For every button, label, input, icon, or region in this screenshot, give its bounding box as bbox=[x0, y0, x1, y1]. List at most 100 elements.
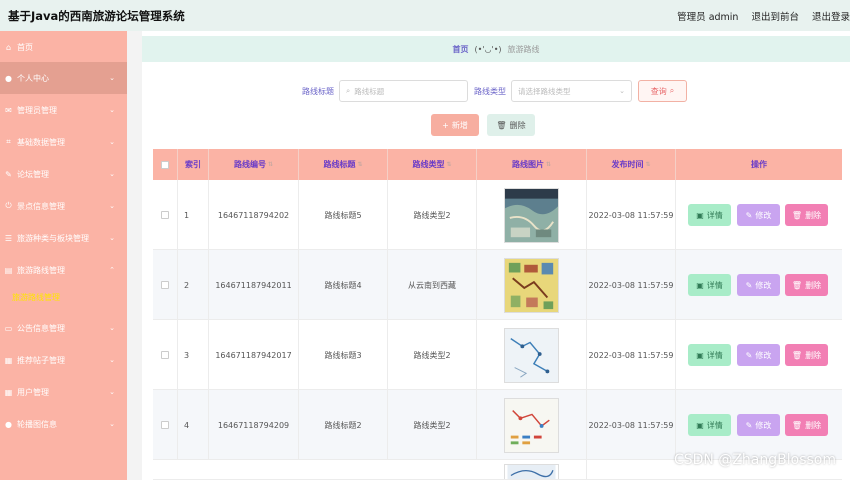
top-nav: 管理员 admin 退出到前台 退出登录 bbox=[677, 9, 850, 23]
logout-link[interactable]: 退出登录 bbox=[812, 9, 850, 23]
col-type-label: 路线类型 bbox=[412, 160, 445, 169]
detail-button[interactable]: ▣ 详情 bbox=[688, 414, 731, 436]
col-title[interactable]: 路线标题 ⇅ bbox=[299, 149, 388, 180]
edit-label: 修改 bbox=[755, 280, 772, 290]
route-thumbnail[interactable] bbox=[504, 397, 559, 453]
select-all-cell bbox=[153, 149, 178, 180]
row-checkbox[interactable] bbox=[161, 421, 169, 429]
edit-button[interactable]: ✎ 修改 bbox=[737, 414, 780, 436]
detail-label: 详情 bbox=[706, 420, 723, 430]
search-button[interactable]: 查询 ⌕ bbox=[638, 80, 687, 102]
col-code[interactable]: 路线编号 ⇅ bbox=[209, 149, 299, 180]
detail-icon: ▣ bbox=[696, 350, 704, 360]
route-thumbnail[interactable] bbox=[504, 187, 559, 243]
sidebar-item-base-data[interactable]: ⌗ 基础数据管理 ⌄ bbox=[0, 126, 127, 158]
edit-label: 修改 bbox=[755, 350, 772, 360]
trash-icon: 🗑 bbox=[791, 420, 803, 430]
delete-button[interactable]: 🗑 删除 bbox=[785, 344, 828, 366]
col-actions: 操作 bbox=[676, 149, 842, 180]
edit-icon: ✎ bbox=[5, 169, 12, 179]
code-cell: 16467118794202 bbox=[209, 180, 299, 250]
chevron-down-icon: ⌄ bbox=[109, 356, 115, 364]
sort-icon: ⇅ bbox=[357, 161, 363, 168]
type-cell: 路线类型2 bbox=[388, 390, 477, 460]
detail-icon: ▣ bbox=[696, 420, 704, 430]
row-select-cell bbox=[153, 390, 178, 460]
route-type-placeholder: 请选择路线类型 bbox=[518, 86, 571, 96]
list-icon: ☰ bbox=[4, 233, 13, 243]
sidebar-item-home[interactable]: ⌂ 首页 bbox=[0, 31, 127, 63]
code-cell: 16467118794209 bbox=[209, 390, 299, 460]
breadcrumb-home[interactable]: 首页 bbox=[452, 44, 468, 55]
col-image[interactable]: 路线图片 ⇅ bbox=[477, 149, 587, 180]
type-cell: 路线类型2 bbox=[388, 180, 477, 250]
sidebar-item-carousel[interactable]: ● 轮播图信息 ⌄ bbox=[0, 408, 127, 440]
delete-label: 删除 bbox=[805, 420, 822, 430]
chevron-down-icon: ⌄ bbox=[109, 420, 115, 428]
chevron-down-icon: ⌄ bbox=[109, 234, 115, 242]
col-type[interactable]: 路线类型 ⇅ bbox=[388, 149, 477, 180]
detail-button[interactable]: ▣ 详情 bbox=[688, 204, 731, 226]
sidebar-item-forum[interactable]: ✎ 论坛管理 ⌄ bbox=[0, 158, 127, 190]
route-title-input[interactable]: ⌕ 路线标题 bbox=[339, 80, 468, 102]
code-cell: 164671187942017 bbox=[209, 320, 299, 390]
batch-delete-button[interactable]: 🗑 删除 bbox=[487, 114, 535, 136]
exit-to-frontend-link[interactable]: 退出到前台 bbox=[751, 9, 799, 23]
edit-button[interactable]: ✎ 修改 bbox=[737, 274, 780, 296]
edit-button[interactable]: ✎ 修改 bbox=[737, 204, 780, 226]
table-row: 3 164671187942017 路线标题3 路线类型2 2022-03-08… bbox=[153, 320, 842, 390]
col-time[interactable]: 发布时间 ⇅ bbox=[587, 149, 676, 180]
add-button[interactable]: + 新增 bbox=[431, 114, 479, 136]
add-button-label: 新增 bbox=[451, 120, 468, 130]
sidebar-item-recommended-posts[interactable]: ▦ 推荐帖子管理 ⌄ bbox=[0, 344, 127, 376]
edit-icon: ✎ bbox=[745, 350, 753, 360]
time-cell: 2022-03-08 11:57:59 bbox=[587, 250, 676, 320]
route-title-placeholder: 路线标题 bbox=[354, 86, 385, 96]
sidebar-subitem-routes[interactable]: 旅游路线管理 bbox=[12, 286, 122, 308]
row-checkbox[interactable] bbox=[161, 281, 169, 289]
detail-icon: ▣ bbox=[696, 210, 704, 220]
chevron-down-icon: ⌄ bbox=[109, 138, 115, 146]
chevron-down-icon: ⌄ bbox=[109, 106, 115, 114]
sidebar-item-users[interactable]: ▦ 用户管理 ⌄ bbox=[0, 376, 127, 408]
select-all-checkbox[interactable] bbox=[161, 160, 169, 169]
sidebar-item-announcements[interactable]: ▭ 公告信息管理 ⌄ bbox=[0, 312, 127, 344]
breadcrumb: 首页 (•'◡'•) 旅游路线 bbox=[142, 36, 850, 62]
route-thumbnail[interactable] bbox=[504, 327, 559, 383]
edit-button[interactable]: ✎ 修改 bbox=[737, 344, 780, 366]
detail-button[interactable]: ▣ 详情 bbox=[688, 344, 731, 366]
sidebar-item-scenic-spots[interactable]: ⏻ 景点信息管理 ⌄ bbox=[0, 190, 127, 222]
col-index-label: 索引 bbox=[185, 160, 201, 169]
mail-icon: ✉ bbox=[5, 105, 12, 115]
sidebar-item-categories[interactable]: ☰ 旅游种类与板块管理 ⌄ bbox=[0, 222, 127, 254]
code-cell: 164671187942011 bbox=[209, 250, 299, 320]
row-select-cell bbox=[153, 180, 178, 250]
admin-account-link[interactable]: 管理员 admin bbox=[677, 9, 738, 23]
sort-icon: ⇅ bbox=[645, 161, 651, 168]
route-thumbnail[interactable] bbox=[504, 257, 559, 313]
row-checkbox[interactable] bbox=[161, 211, 169, 219]
trash-icon: 🗑 bbox=[791, 350, 803, 360]
app-title: 基于Java的西南旅游论坛管理系统 bbox=[8, 9, 185, 23]
monitor-icon: ▭ bbox=[4, 323, 13, 333]
sidebar-item-label: 轮播图信息 bbox=[17, 419, 57, 429]
trash-icon: 🗑 bbox=[791, 280, 803, 290]
detail-button[interactable]: ▣ 详情 bbox=[688, 274, 731, 296]
route-type-select[interactable]: 请选择路线类型 ⌄ bbox=[511, 80, 632, 102]
sidebar-item-routes[interactable]: ▤ 旅游路线管理 ⌃ bbox=[0, 254, 127, 286]
chevron-up-icon: ⌃ bbox=[109, 266, 115, 274]
route-title-label: 路线标题 bbox=[302, 87, 334, 96]
row-select-cell bbox=[153, 250, 178, 320]
route-thumbnail[interactable] bbox=[504, 464, 559, 480]
edit-label: 修改 bbox=[755, 210, 772, 220]
col-code-label: 路线编号 bbox=[233, 160, 266, 169]
title-cell: 路线标题3 bbox=[299, 320, 388, 390]
top-header: 基于Java的西南旅游论坛管理系统 管理员 admin 退出到前台 退出登录 bbox=[0, 0, 850, 31]
delete-button[interactable]: 🗑 删除 bbox=[785, 414, 828, 436]
delete-button[interactable]: 🗑 删除 bbox=[785, 204, 828, 226]
table-header: 索引 路线编号 ⇅ 路线标题 ⇅ 路线类型 ⇅ 路线图片 ⇅ 发布时间 ⇅ 操作 bbox=[153, 149, 842, 180]
trash-icon: 🗑 bbox=[791, 210, 803, 220]
index-cell: 3 bbox=[178, 320, 209, 390]
delete-button[interactable]: 🗑 删除 bbox=[785, 274, 828, 296]
row-checkbox[interactable] bbox=[161, 351, 169, 359]
